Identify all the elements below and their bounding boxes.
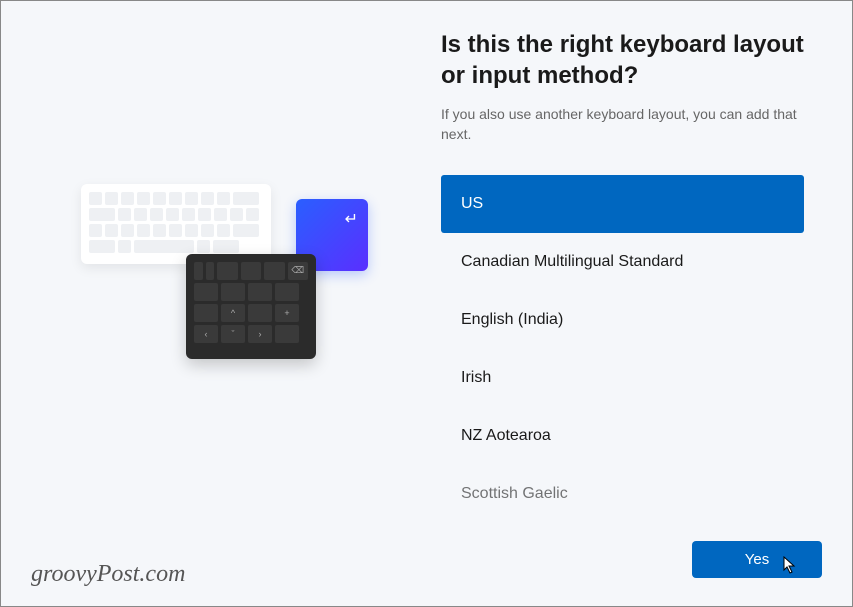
illustration-panel: ↵ ⌫ ^+ ‹ˇ› (1, 1, 431, 606)
oobe-container: ↵ ⌫ ^+ ‹ˇ› Is this the right keyboard la… (1, 1, 852, 606)
page-subtext: If you also use another keyboard layout,… (441, 105, 804, 144)
layout-label: NZ Aotearoa (461, 427, 551, 444)
content-panel: Is this the right keyboard layout or inp… (431, 1, 852, 606)
layout-option-canadian[interactable]: Canadian Multilingual Standard (441, 233, 804, 291)
page-heading: Is this the right keyboard layout or inp… (441, 29, 804, 91)
layout-option-irish[interactable]: Irish (441, 349, 804, 407)
keyboard-layout-list[interactable]: US Canadian Multilingual Standard Englis… (441, 175, 804, 578)
keyboard-illustration: ↵ ⌫ ^+ ‹ˇ› (66, 164, 366, 384)
layout-label: Scottish Gaelic (461, 485, 568, 502)
layout-option-scottish[interactable]: Scottish Gaelic (441, 465, 804, 523)
layout-label: US (461, 195, 483, 212)
layout-option-nz[interactable]: NZ Aotearoa (441, 407, 804, 465)
layout-label: English (India) (461, 311, 563, 328)
layout-option-us[interactable]: US (441, 175, 804, 233)
footer: Yes (692, 531, 822, 588)
white-keyboard-graphic (81, 184, 271, 264)
dark-numpad-graphic: ⌫ ^+ ‹ˇ› (186, 254, 316, 359)
layout-option-english-india[interactable]: English (India) (441, 291, 804, 349)
layout-label: Canadian Multilingual Standard (461, 253, 683, 270)
layout-label: Irish (461, 369, 491, 386)
watermark-text: groovyPost.com (31, 561, 185, 588)
yes-button[interactable]: Yes (692, 541, 822, 578)
